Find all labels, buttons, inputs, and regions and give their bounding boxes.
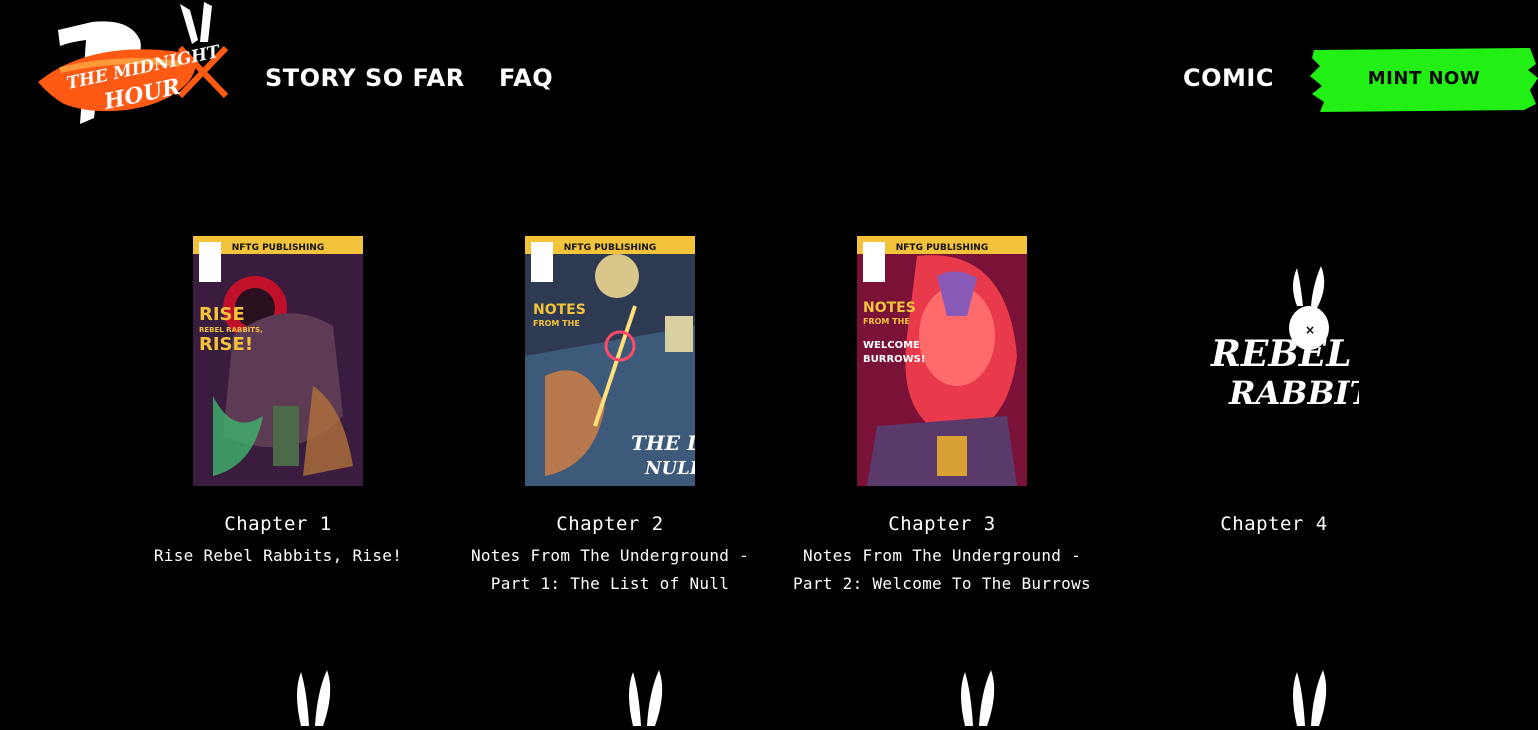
svg-text:NOTES: NOTES	[533, 302, 586, 318]
svg-text:WELCOME: WELCOME	[863, 340, 920, 351]
svg-text:BURROWS!: BURROWS!	[863, 354, 925, 365]
nav-story-so-far[interactable]: STORY SO FAR	[265, 60, 465, 96]
midnight-hour-logo[interactable]: THE MIDNIGHT HOUR	[30, 0, 230, 132]
rabbit-ears-icon	[525, 662, 695, 726]
chapter-number: Chapter 1	[224, 513, 332, 535]
nav-faq[interactable]: FAQ	[499, 60, 553, 96]
rabbit-ears-icon	[1189, 662, 1359, 726]
svg-text:THE LIST: THE LIST	[631, 431, 695, 455]
svg-text:REBEL: REBEL	[1210, 333, 1352, 375]
rebel-rabbits-logo: × REBEL RABBITS	[1189, 236, 1359, 486]
svg-text:FROM THE: FROM THE	[863, 317, 910, 326]
nav-comic[interactable]: COMIC	[1183, 60, 1274, 96]
svg-text:NOTES: NOTES	[863, 300, 916, 316]
rabbit-ears-icon	[193, 662, 363, 726]
comic-cover-2: NFTG PUBLISHING NOTES FROM THE THE LIST …	[525, 236, 695, 486]
chapter-number: Chapter 4	[1220, 513, 1328, 535]
svg-text:RISE!: RISE!	[199, 334, 253, 355]
mint-now-label: MINT NOW	[1367, 68, 1481, 89]
svg-text:RISE: RISE	[199, 304, 245, 325]
svg-text:FROM THE: FROM THE	[533, 319, 580, 328]
chapter-title: Notes From The Underground - Part 1: The…	[470, 546, 750, 593]
svg-text:NFTG PUBLISHING: NFTG PUBLISHING	[564, 243, 656, 253]
chapter-title: Rise Rebel Rabbits, Rise!	[153, 546, 403, 565]
svg-text:REBEL RABBITS,: REBEL RABBITS,	[199, 326, 263, 334]
svg-text:NFTG PUBLISHING: NFTG PUBLISHING	[896, 243, 988, 253]
chapter-title: Notes From The Underground - Part 2: Wel…	[793, 546, 1091, 593]
chapter-grid-row-2	[112, 662, 1442, 726]
mint-now-button[interactable]: MINT NOW	[1310, 46, 1538, 114]
svg-text:NFTG PUBLISHING: NFTG PUBLISHING	[232, 243, 324, 253]
svg-text:NULL: NULL	[644, 458, 695, 479]
chapter-number: Chapter 2	[556, 513, 664, 535]
comic-cover-3: NFTG PUBLISHING NOTES FROM THE WELCOME B…	[857, 236, 1027, 486]
site-header: THE MIDNIGHT HOUR STORY SO FAR FAQ COMIC…	[0, 0, 1538, 150]
comic-cover-1: NFTG PUBLISHING RISE REBEL RABBITS, RISE…	[193, 236, 363, 486]
rabbit-ears-icon	[857, 662, 1027, 726]
svg-text:RABBITS: RABBITS	[1228, 374, 1359, 412]
chapter-number: Chapter 3	[888, 513, 996, 535]
